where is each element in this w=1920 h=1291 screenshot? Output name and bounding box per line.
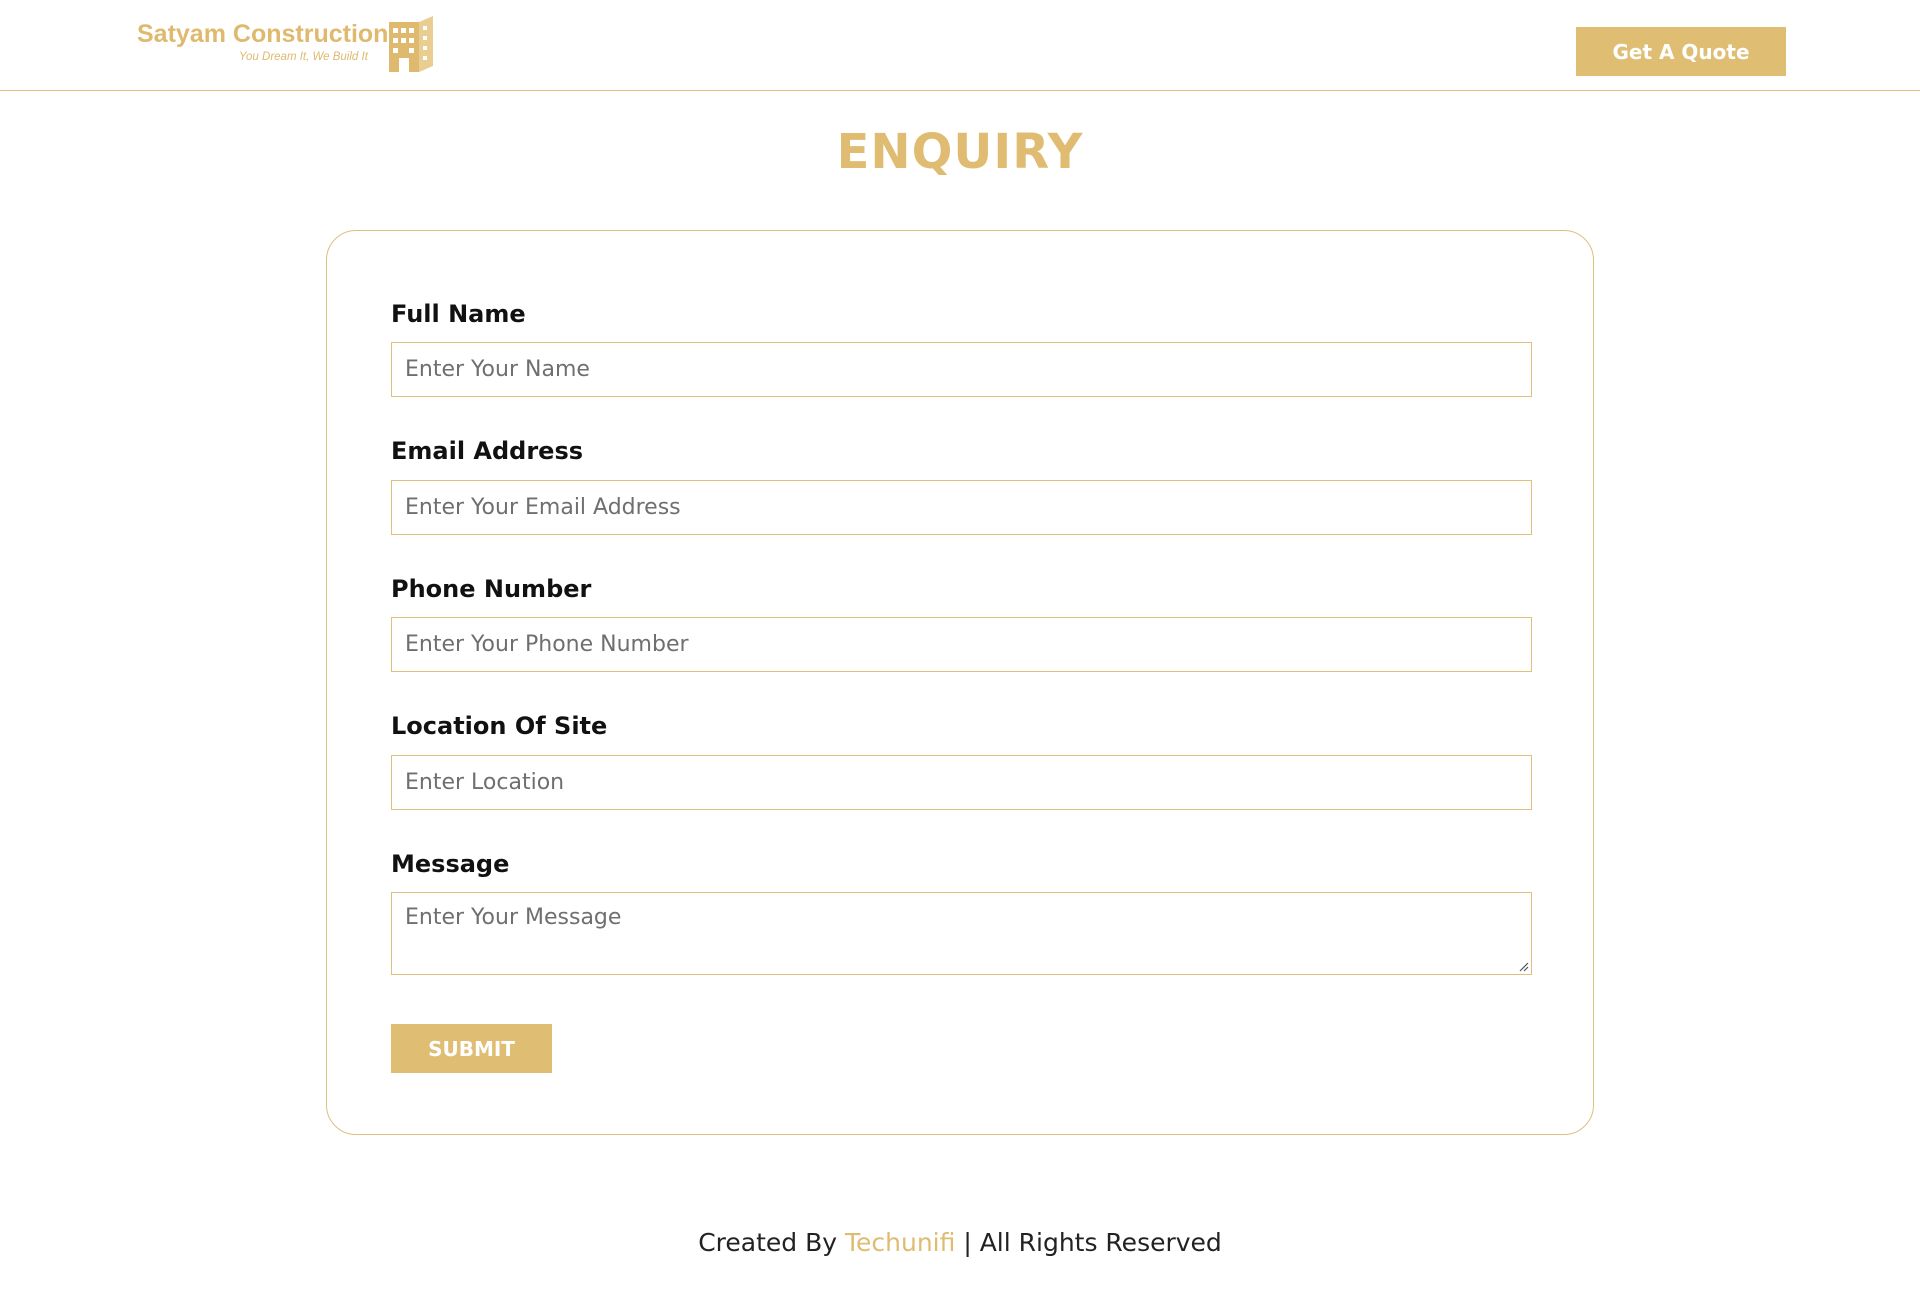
location-placeholder: Enter Location bbox=[405, 770, 565, 795]
message-placeholder: Enter Your Message bbox=[405, 905, 622, 930]
footer: Created By Techunifi | All Rights Reserv… bbox=[0, 1228, 1920, 1257]
location-input[interactable]: Enter Location bbox=[391, 755, 1532, 810]
logo-name: Satyam Construction bbox=[137, 20, 389, 48]
email-input[interactable]: Enter Your Email Address bbox=[391, 480, 1532, 535]
message-label: Message bbox=[391, 850, 510, 878]
footer-suffix: | All Rights Reserved bbox=[955, 1228, 1222, 1257]
site-header: Satyam Construction You Dream It, We Bui… bbox=[0, 0, 1920, 91]
phone-input[interactable]: Enter Your Phone Number bbox=[391, 617, 1532, 672]
full-name-placeholder: Enter Your Name bbox=[405, 357, 590, 382]
phone-placeholder: Enter Your Phone Number bbox=[405, 632, 689, 657]
location-label: Location Of Site bbox=[391, 712, 608, 740]
enquiry-form: Full Name Enter Your Name Email Address … bbox=[326, 230, 1594, 1135]
full-name-input[interactable]: Enter Your Name bbox=[391, 342, 1532, 397]
logo[interactable]: Satyam Construction You Dream It, We Bui… bbox=[137, 14, 437, 74]
footer-prefix: Created By bbox=[698, 1228, 845, 1257]
message-textarea[interactable]: Enter Your Message bbox=[391, 892, 1532, 975]
email-placeholder: Enter Your Email Address bbox=[405, 495, 681, 520]
building-icon bbox=[389, 16, 433, 72]
phone-label: Phone Number bbox=[391, 575, 592, 603]
logo-tagline: You Dream It, We Build It bbox=[239, 51, 368, 63]
page-title: ENQUIRY bbox=[836, 124, 1084, 180]
submit-button[interactable]: SUBMIT bbox=[391, 1024, 552, 1073]
email-label: Email Address bbox=[391, 437, 584, 465]
resize-grip-icon[interactable] bbox=[1517, 960, 1529, 972]
get-a-quote-button[interactable]: Get A Quote bbox=[1576, 27, 1786, 76]
footer-brand-link[interactable]: Techunifi bbox=[845, 1228, 955, 1257]
full-name-label: Full Name bbox=[391, 300, 526, 328]
